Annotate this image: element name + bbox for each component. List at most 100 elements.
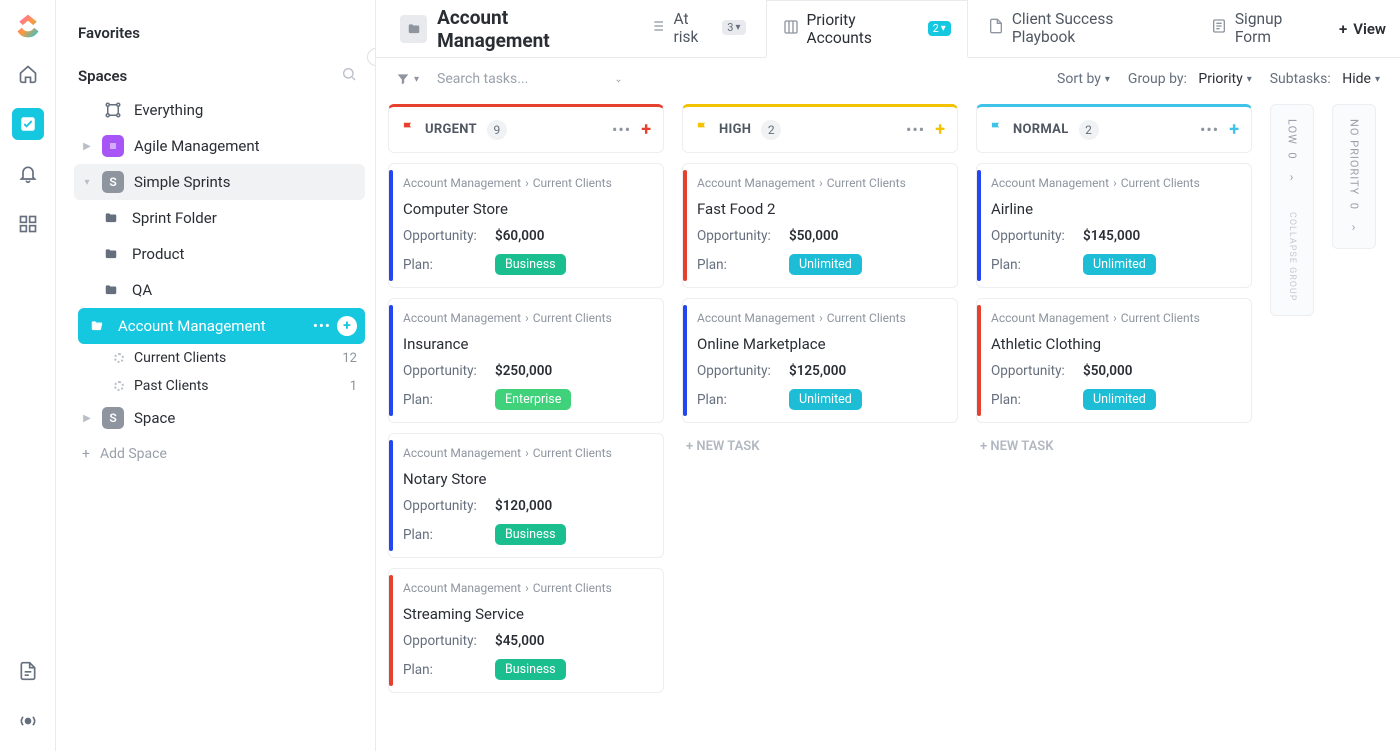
breadcrumb: Account Management›Current Clients — [403, 446, 649, 460]
plan-badge: Unlimited — [789, 254, 862, 275]
record-icon[interactable] — [12, 705, 44, 737]
task-card[interactable]: Account Management›Current Clients Insur… — [388, 298, 664, 423]
form-icon — [1211, 18, 1227, 38]
add-space-button[interactable]: + Add Space — [74, 436, 365, 472]
column-header-normal: NORMAL 2 ••• + — [976, 104, 1252, 153]
notifications-icon[interactable] — [12, 158, 44, 190]
tab-playbook[interactable]: Client Success Playbook — [972, 0, 1191, 58]
collapsed-column-none[interactable]: NO PRIORITY 0 › — [1332, 104, 1376, 249]
status-stripe — [977, 170, 981, 281]
breadcrumb: Account Management›Current Clients — [403, 311, 649, 325]
column-header-high: HIGH 2 ••• + — [682, 104, 958, 153]
plan-label: Plan: — [991, 392, 1083, 408]
list-icon — [114, 353, 124, 363]
plan-label: Plan: — [403, 257, 495, 273]
task-card[interactable]: Account Management›Current Clients Notar… — [388, 433, 664, 558]
folder-qa[interactable]: QA — [74, 272, 365, 308]
opportunity-label: Opportunity: — [403, 633, 495, 649]
clickup-logo-icon[interactable] — [14, 12, 42, 40]
column-count: 2 — [1079, 120, 1099, 140]
space-generic[interactable]: ▶ S Space — [74, 400, 365, 436]
favorites-label[interactable]: Favorites — [74, 18, 365, 48]
space-simple-sprints[interactable]: ▾ S Simple Sprints — [74, 164, 365, 200]
board-icon — [783, 19, 799, 39]
search-icon[interactable] — [341, 66, 357, 86]
plan-label: Plan: — [403, 527, 495, 543]
task-card[interactable]: Account Management›Current Clients Fast … — [682, 163, 958, 288]
task-card[interactable]: Account Management›Current Clients Strea… — [388, 568, 664, 693]
plan-badge: Unlimited — [1083, 389, 1156, 410]
tasks-icon[interactable] — [12, 108, 44, 140]
docs-icon[interactable] — [12, 655, 44, 687]
column-urgent: URGENT 9 ••• + Account Management›Curren… — [388, 104, 664, 693]
search-tasks-input[interactable]: Search tasks... ⌄ — [437, 71, 637, 87]
page-title: Account Management — [437, 6, 619, 52]
opportunity-value: $60,000 — [495, 228, 544, 244]
opportunity-value: $50,000 — [789, 228, 838, 244]
column-high: HIGH 2 ••• + Account Management›Current … — [682, 104, 958, 460]
column-more-icon[interactable]: ••• — [612, 120, 631, 139]
chevron-right-icon[interactable]: ▶ — [82, 141, 92, 152]
folder-open-icon — [86, 315, 108, 337]
task-card[interactable]: Account Management›Current Clients Compu… — [388, 163, 664, 288]
plan-label: Plan: — [403, 662, 495, 678]
chevron-right-icon[interactable]: ▶ — [82, 413, 92, 424]
kanban-board: URGENT 9 ••• + Account Management›Curren… — [376, 100, 1400, 751]
chevron-down-icon: ⌄ — [614, 74, 622, 85]
group-by-control[interactable]: Group by: Priority▾ — [1128, 71, 1252, 87]
opportunity-label: Opportunity: — [403, 498, 495, 514]
list-current-clients[interactable]: Current Clients 12 — [74, 344, 365, 372]
space-badge-icon: S — [102, 171, 124, 193]
everything-item[interactable]: Everything — [74, 92, 365, 128]
task-card[interactable]: Account Management›Current Clients Airli… — [976, 163, 1252, 288]
column-more-icon[interactable]: ••• — [906, 120, 925, 139]
add-view-button[interactable]: + View — [1339, 20, 1386, 38]
breadcrumb: Account Management›Current Clients — [403, 176, 649, 190]
list-past-clients[interactable]: Past Clients 1 — [74, 372, 365, 400]
folder-add-icon[interactable]: + — [337, 316, 357, 336]
folder-sprint[interactable]: Sprint Folder — [74, 200, 365, 236]
tab-at-risk[interactable]: At risk 3▾ — [633, 0, 761, 58]
dashboards-icon[interactable] — [12, 208, 44, 240]
sort-by-control[interactable]: Sort by▾ — [1057, 71, 1110, 87]
sidebar: Favorites Spaces Everything ▶ Agile Mana… — [56, 0, 376, 751]
opportunity-label: Opportunity: — [403, 363, 495, 379]
opportunity-value: $120,000 — [495, 498, 552, 514]
column-more-icon[interactable]: ••• — [1200, 120, 1219, 139]
board-toolbar: ▾ Search tasks... ⌄ Sort by▾ Group by: P… — [376, 58, 1400, 100]
new-task-button[interactable]: + NEW TASK — [682, 433, 958, 460]
opportunity-value: $145,000 — [1083, 228, 1140, 244]
list-icon — [114, 381, 124, 391]
new-task-button[interactable]: + NEW TASK — [976, 433, 1252, 460]
chevron-right-icon: › — [1290, 170, 1295, 184]
breadcrumb: Account Management›Current Clients — [403, 581, 649, 595]
everything-icon — [102, 99, 124, 121]
collapsed-column-low[interactable]: LOW 0 › COLLAPSE GROUP — [1270, 104, 1314, 316]
folder-icon — [400, 15, 427, 43]
column-add-icon[interactable]: + — [1229, 119, 1239, 140]
doc-icon — [988, 18, 1004, 38]
tab-priority-accounts[interactable]: Priority Accounts 2▾ — [766, 0, 968, 58]
subtasks-control[interactable]: Subtasks: Hide▾ — [1270, 71, 1380, 87]
folder-product[interactable]: Product — [74, 236, 365, 272]
home-icon[interactable] — [12, 58, 44, 90]
folder-more-icon[interactable]: ••• — [313, 317, 331, 335]
column-add-icon[interactable]: + — [935, 119, 945, 140]
spaces-label[interactable]: Spaces — [78, 67, 127, 85]
plan-badge: Business — [495, 254, 566, 275]
column-add-icon[interactable]: + — [641, 119, 651, 140]
list-icon — [649, 18, 665, 38]
plan-label: Plan: — [697, 257, 789, 273]
filter-icon[interactable]: ▾ — [396, 72, 419, 86]
plan-badge: Business — [495, 659, 566, 680]
card-title: Streaming Service — [403, 605, 649, 623]
plan-badge: Unlimited — [1083, 254, 1156, 275]
collapse-sidebar-icon[interactable]: ‹ — [367, 48, 376, 66]
chevron-down-icon[interactable]: ▾ — [82, 177, 92, 188]
task-card[interactable]: Account Management›Current Clients Onlin… — [682, 298, 958, 423]
tab-signup-form[interactable]: Signup Form — [1195, 0, 1335, 58]
task-card[interactable]: Account Management›Current Clients Athle… — [976, 298, 1252, 423]
folder-account-management[interactable]: Account Management ••• + — [78, 308, 365, 344]
space-agile[interactable]: ▶ Agile Management — [74, 128, 365, 164]
status-stripe — [977, 305, 981, 416]
